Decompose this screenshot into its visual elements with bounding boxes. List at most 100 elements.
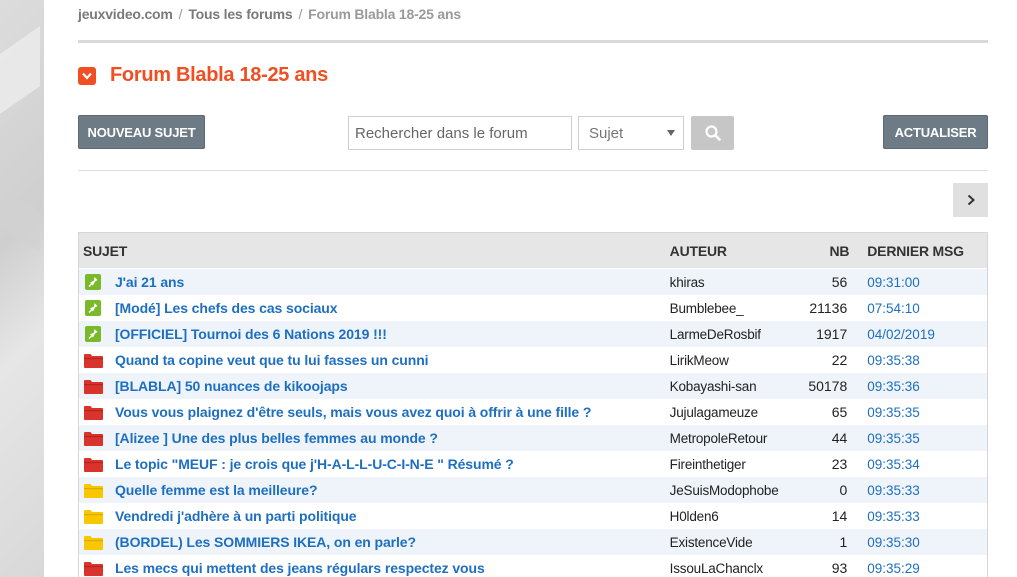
topic-message-count: 1: [839, 534, 848, 550]
topic-author[interactable]: ExistenceVide: [668, 535, 786, 550]
topic-message-count: 22: [831, 352, 848, 368]
topic-author[interactable]: IssouLaChanclx: [668, 561, 786, 576]
topic-author[interactable]: H0lden6: [668, 509, 786, 524]
hot-folder-icon: [83, 430, 103, 446]
table-row: J'ai 21 ans khiras 56 09:31:00: [79, 269, 987, 295]
topic-message-count: 1917: [816, 326, 848, 342]
divider: [78, 170, 988, 171]
topic-message-count: 50178: [808, 378, 848, 394]
pinned-icon: [83, 274, 103, 290]
topic-link[interactable]: Vendredi j'adhère à un parti politique: [115, 508, 357, 524]
topic-author[interactable]: Bumblebee_: [668, 301, 786, 316]
topic-cell: [OFFICIEL] Tournoi des 6 Nations 2019 !!…: [79, 326, 668, 342]
table-row: [Modé] Les chefs des cas sociaux Bumblebe…: [79, 295, 987, 321]
topic-link[interactable]: Quand ta copine veut que tu lui fasses u…: [115, 352, 429, 368]
column-header-last-message: DERNIER MSG: [867, 242, 964, 259]
next-page-button[interactable]: [953, 183, 988, 217]
column-header-author: AUTEUR: [669, 242, 727, 259]
column-header-nb: NB: [829, 242, 850, 259]
breadcrumb-forums-link[interactable]: Tous les forums: [188, 6, 292, 22]
topic-last-message[interactable]: 04/02/2019: [867, 327, 987, 342]
topic-link[interactable]: [OFFICIEL] Tournoi des 6 Nations 2019 !!…: [115, 326, 387, 342]
topic-link[interactable]: [Alizee ] Une des plus belles femmes au …: [115, 430, 438, 446]
topic-message-count: 14: [831, 508, 848, 524]
topic-author[interactable]: Fireinthetiger: [668, 457, 786, 472]
breadcrumb-separator: /: [178, 6, 183, 22]
chevron-down-icon[interactable]: [78, 66, 96, 85]
topic-message-count: 65: [831, 404, 848, 420]
topic-message-count: 0: [839, 482, 848, 498]
search-icon: [704, 125, 721, 141]
topic-author[interactable]: khiras: [668, 275, 786, 290]
background-left-panel: [0, 0, 44, 577]
hot-folder-icon: [83, 352, 103, 368]
topic-cell: [BLABLA] 50 nuances de kikoojaps: [79, 378, 668, 394]
breadcrumb: jeuxvideo.com / Tous les forums / Forum Blab…: [78, 6, 461, 22]
table-row: Vendredi j'adhère à un parti politique H0…: [79, 503, 987, 529]
topic-cell: [Alizee ] Une des plus belles femmes au …: [79, 430, 668, 446]
topic-last-message[interactable]: 09:35:35: [867, 405, 987, 420]
topic-link[interactable]: J'ai 21 ans: [115, 274, 184, 290]
topic-cell: [Modé] Les chefs des cas sociaux: [79, 300, 668, 316]
breadcrumb-current: Forum Blabla 18-25 ans: [308, 6, 461, 22]
chevron-right-icon: [967, 194, 975, 206]
search-input[interactable]: [348, 116, 572, 150]
background-decoration: [0, 25, 40, 115]
folder-icon: [83, 534, 103, 550]
table-row: Le topic "MEUF : je crois que j'H-A-L-L-…: [79, 451, 987, 477]
pinned-icon: [83, 300, 103, 316]
forum-title-row: Forum Blabla 18-25 ans: [78, 64, 328, 87]
topic-author[interactable]: MetropoleRetour: [668, 431, 786, 446]
topic-cell: Quelle femme est la meilleure?: [79, 482, 668, 498]
background-decoration: [0, 188, 40, 252]
new-topic-button[interactable]: NOUVEAU SUJET: [78, 115, 205, 149]
topic-cell: Quand ta copine veut que tu lui fasses u…: [79, 352, 668, 368]
topic-cell: Le topic "MEUF : je crois que j'H-A-L-L-…: [79, 456, 668, 472]
pinned-icon: [83, 326, 103, 342]
topic-link[interactable]: Vous vous plaignez d'être seuls, mais vo…: [115, 404, 591, 420]
hot-folder-icon: [83, 378, 103, 394]
topic-last-message[interactable]: 09:35:29: [867, 561, 987, 576]
topic-message-count: 23: [831, 456, 848, 472]
topic-author[interactable]: Jujulagameuze: [668, 405, 786, 420]
topic-author[interactable]: LarmeDeRosbif: [668, 327, 786, 342]
table-row: [Alizee ] Une des plus belles femmes au …: [79, 425, 987, 451]
topic-message-count: 21136: [809, 300, 848, 316]
topic-last-message[interactable]: 09:35:36: [867, 379, 987, 394]
topic-last-message[interactable]: 09:35:38: [867, 353, 987, 368]
topic-last-message[interactable]: 07:54:10: [867, 301, 987, 316]
search-scope-select[interactable]: Sujet: [578, 116, 684, 150]
topic-last-message[interactable]: 09:35:35: [867, 431, 987, 446]
table-body: J'ai 21 ans khiras 56 09:31:00 [Modé] Les ch…: [79, 269, 987, 577]
forum-page: jeuxvideo.com / Tous les forums / Forum Blab…: [44, 0, 1017, 577]
divider: [78, 40, 988, 43]
breadcrumb-site-link[interactable]: jeuxvideo.com: [78, 6, 173, 22]
topic-table: SUJET AUTEUR NB DERNIER MSG J'ai 21 ans k…: [78, 232, 988, 577]
topic-cell: Vendredi j'adhère à un parti politique: [79, 508, 668, 524]
topic-last-message[interactable]: 09:35:33: [867, 509, 987, 524]
topic-link[interactable]: Les mecs qui mettent des jeans régulars …: [115, 560, 485, 576]
topic-link[interactable]: (BORDEL) Les SOMMIERS IKEA, on en parle?: [115, 534, 416, 550]
topic-link[interactable]: [BLABLA] 50 nuances de kikoojaps: [115, 378, 348, 394]
topic-link[interactable]: Le topic "MEUF : je crois que j'H-A-L-L-…: [115, 456, 514, 472]
topic-link[interactable]: Quelle femme est la meilleure?: [115, 482, 318, 498]
topic-link[interactable]: [Modé] Les chefs des cas sociaux: [115, 300, 338, 316]
topic-last-message[interactable]: 09:35:34: [867, 457, 987, 472]
topic-last-message[interactable]: 09:35:30: [867, 535, 987, 550]
topic-author[interactable]: JeSuisModophobe: [668, 483, 786, 498]
refresh-button[interactable]: ACTUALISER: [883, 115, 988, 149]
topic-message-count: 93: [831, 560, 848, 576]
topic-author[interactable]: Kobayashi-san: [668, 379, 786, 394]
table-row: Les mecs qui mettent des jeans régulars …: [79, 555, 987, 577]
table-row: [OFFICIEL] Tournoi des 6 Nations 2019 !!…: [79, 321, 987, 347]
topic-author[interactable]: LirikMeow: [668, 353, 786, 368]
dropdown-caret-icon: [667, 130, 675, 136]
topic-cell: Les mecs qui mettent des jeans régulars …: [79, 560, 668, 576]
topic-last-message[interactable]: 09:31:00: [867, 275, 987, 290]
topic-last-message[interactable]: 09:35:33: [867, 483, 987, 498]
search-button[interactable]: [691, 116, 734, 150]
topic-message-count: 56: [831, 274, 848, 290]
breadcrumb-separator: /: [298, 6, 303, 22]
topic-cell: Vous vous plaignez d'être seuls, mais vo…: [79, 404, 668, 420]
search-scope-value: Sujet: [589, 124, 624, 142]
